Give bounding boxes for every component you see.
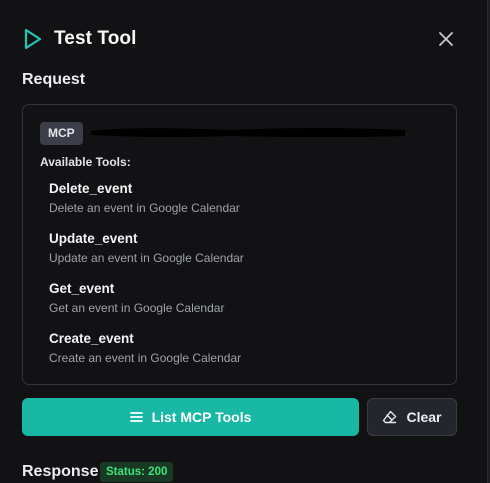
tool-item-get-event: Get_event Get an event in Google Calenda… xyxy=(49,281,429,315)
tool-name: Get_event xyxy=(49,281,115,296)
tool-item-create-event: Create_event Create an event in Google C… xyxy=(49,331,429,365)
tool-description: Delete an event in Google Calendar xyxy=(49,201,240,215)
list-mcp-tools-label: List MCP Tools xyxy=(151,409,252,425)
tool-description: Get an event in Google Calendar xyxy=(49,301,225,315)
eraser-icon xyxy=(383,410,397,424)
redacted-server-url xyxy=(91,128,405,138)
tool-name: Update_event xyxy=(49,231,138,246)
available-tools-label: Available Tools: xyxy=(40,155,131,169)
tool-item-update-event: Update_event Update an event in Google C… xyxy=(49,231,429,265)
tool-name: Create_event xyxy=(49,331,134,346)
status-badge: Status: 200 xyxy=(100,462,174,482)
request-card: MCP Available Tools: Delete_event Delete… xyxy=(22,104,457,385)
panel-title: Test Tool xyxy=(54,28,137,49)
test-tool-panel: Test Tool Request MCP Available Tools: D… xyxy=(0,0,490,483)
clear-label: Clear xyxy=(406,409,442,425)
clear-button[interactable]: Clear xyxy=(367,398,457,436)
list-icon xyxy=(129,412,143,422)
tool-description: Create an event in Google Calendar xyxy=(49,351,242,365)
list-mcp-tools-button[interactable]: List MCP Tools xyxy=(22,398,359,436)
tool-item-delete-event: Delete_event Delete an event in Google C… xyxy=(49,181,429,215)
tool-name: Delete_event xyxy=(49,181,133,196)
request-section-label: Request xyxy=(22,71,86,88)
close-icon xyxy=(439,32,453,46)
mcp-badge: MCP xyxy=(40,122,83,145)
panel-header: Test Tool xyxy=(22,26,137,52)
play-icon xyxy=(24,28,42,50)
tool-description: Update an event in Google Calendar xyxy=(49,251,244,265)
response-section-label: Response xyxy=(22,463,99,480)
close-button[interactable] xyxy=(434,27,458,51)
